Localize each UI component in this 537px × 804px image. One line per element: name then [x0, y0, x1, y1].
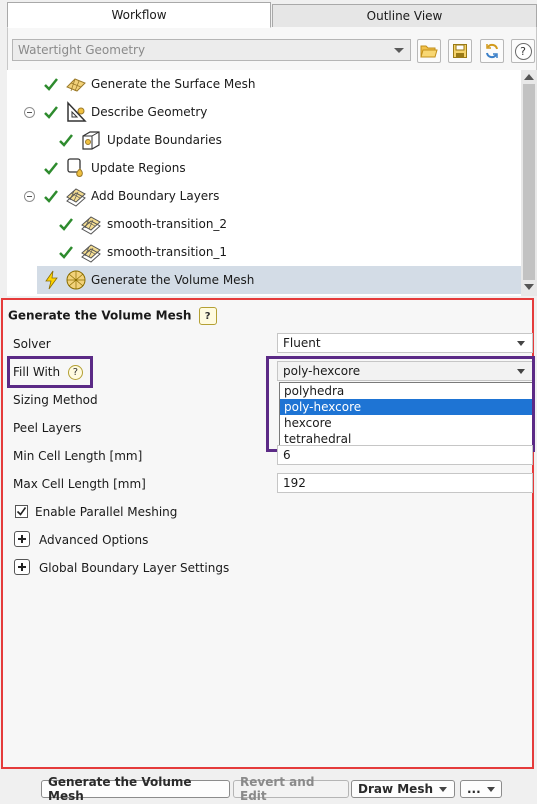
tree-item-label: smooth-transition_2	[107, 217, 228, 231]
draw-mesh-label: Draw Mesh	[358, 782, 434, 796]
revert-and-edit-button[interactable]: Revert and Edit	[233, 775, 349, 803]
checkmark-icon	[59, 134, 73, 147]
sizing-method-label: Sizing Method	[13, 393, 98, 407]
fill-with-label-highlight	[7, 356, 93, 388]
describe-geometry-icon	[67, 101, 87, 122]
checkmark-icon	[16, 507, 27, 516]
save-icon	[453, 44, 467, 58]
tree-item-update-regions[interactable]: Update Regions	[7, 154, 521, 182]
draw-mesh-button[interactable]: Draw Mesh	[351, 780, 455, 798]
boundary-layers-icon	[66, 188, 86, 207]
tree-item-describe-geometry[interactable]: Describe Geometry	[7, 98, 521, 126]
tab-outline-view[interactable]: Outline View	[272, 4, 537, 28]
help-icon[interactable]: ?	[198, 307, 217, 325]
tree-item-label: Describe Geometry	[91, 105, 208, 119]
tree-item-label: smooth-transition_1	[107, 245, 228, 259]
tree-item-smooth-transition-2[interactable]: smooth-transition_2	[7, 210, 521, 238]
more-options-label: ...	[467, 782, 481, 796]
tree-item-label: Update Regions	[91, 161, 186, 175]
action-bar: Generate the Volume Mesh Revert and Edit…	[0, 772, 537, 804]
max-cell-length-value: 192	[283, 476, 306, 490]
scroll-down-icon[interactable]	[524, 284, 534, 290]
solver-value: Fluent	[283, 336, 321, 350]
tree-item-label: Generate the Surface Mesh	[91, 77, 256, 91]
advanced-options-label[interactable]: Advanced Options	[39, 533, 148, 547]
volume-mesh-icon	[66, 270, 86, 290]
tree-item-generate-volume-mesh[interactable]: Generate the Volume Mesh	[37, 266, 521, 294]
more-options-button[interactable]: ...	[460, 780, 502, 798]
save-workflow-button[interactable]	[448, 39, 472, 63]
scroll-thumb[interactable]	[523, 84, 535, 280]
lightning-icon	[45, 270, 58, 290]
workflow-tree: Generate the Surface Mesh Describe Geome…	[7, 70, 521, 296]
chevron-down-icon[interactable]	[439, 786, 448, 792]
solver-label: Solver	[13, 337, 51, 351]
task-panel: Generate the Volume Mesh ? Solver Fluent…	[1, 298, 535, 769]
panel-title: Generate the Volume Mesh ?	[8, 307, 217, 325]
checkmark-icon	[44, 106, 58, 119]
tab-bar: Workflow Outline View	[7, 2, 537, 28]
tree-item-update-boundaries[interactable]: Update Boundaries	[7, 126, 521, 154]
max-cell-length-label: Max Cell Length [mm]	[13, 477, 146, 491]
update-regions-icon	[67, 158, 83, 177]
tree-item-generate-surface-mesh[interactable]: Generate the Surface Mesh	[7, 70, 521, 98]
scroll-up-icon[interactable]	[524, 74, 534, 80]
checkmark-icon	[44, 162, 58, 175]
tree-item-add-boundary-layers[interactable]: Add Boundary Layers	[7, 182, 521, 210]
open-folder-icon	[420, 45, 438, 58]
min-cell-length-value: 6	[283, 448, 291, 462]
panel-title-text: Generate the Volume Mesh	[8, 308, 192, 323]
workflow-toolbar: Watertight Geometry ?	[7, 27, 537, 73]
tab-workflow[interactable]: Workflow	[7, 2, 271, 28]
checkmark-icon	[59, 246, 73, 259]
expand-advanced-options-icon[interactable]	[14, 531, 30, 547]
tree-item-smooth-transition-1[interactable]: smooth-transition_1	[7, 238, 521, 266]
checkmark-icon	[44, 190, 58, 203]
generate-volume-mesh-button[interactable]: Generate the Volume Mesh	[41, 775, 230, 803]
peel-layers-label: Peel Layers	[13, 421, 82, 435]
workflow-help-button[interactable]: ?	[511, 39, 535, 63]
parallel-meshing-checkbox[interactable]	[15, 505, 28, 518]
max-cell-length-input[interactable]: 192	[277, 473, 533, 493]
collapse-toggle-icon[interactable]	[24, 107, 35, 118]
min-cell-length-label: Min Cell Length [mm]	[13, 449, 143, 463]
open-workflow-button[interactable]	[417, 39, 441, 63]
parallel-meshing-label: Enable Parallel Meshing	[35, 505, 178, 519]
workflow-type-value: Watertight Geometry	[18, 43, 146, 57]
fill-with-dropdown-highlight	[266, 356, 535, 452]
tree-scrollbar[interactable]	[521, 70, 537, 296]
checkmark-icon	[44, 78, 58, 91]
boundary-layers-icon	[81, 216, 101, 235]
chevron-down-icon	[486, 786, 495, 792]
tree-item-label: Update Boundaries	[107, 133, 222, 147]
global-boundary-layer-label[interactable]: Global Boundary Layer Settings	[39, 561, 229, 575]
surface-mesh-icon	[66, 78, 86, 92]
expand-global-boundary-layer-icon[interactable]	[14, 559, 30, 575]
tree-item-label: Add Boundary Layers	[91, 189, 220, 203]
update-boundaries-icon	[82, 131, 100, 150]
help-icon: ?	[514, 42, 532, 60]
checkmark-icon	[59, 218, 73, 231]
chevron-down-icon	[517, 341, 525, 346]
chevron-down-icon	[394, 48, 404, 53]
solver-select[interactable]: Fluent	[277, 333, 533, 353]
collapse-toggle-icon[interactable]	[24, 191, 35, 202]
min-cell-length-input[interactable]: 6	[277, 445, 533, 465]
refresh-workflow-button[interactable]	[480, 39, 504, 63]
refresh-icon	[486, 43, 498, 59]
workflow-type-select[interactable]: Watertight Geometry	[12, 39, 411, 61]
tree-item-label: Generate the Volume Mesh	[91, 273, 255, 287]
boundary-layers-icon	[81, 244, 101, 263]
